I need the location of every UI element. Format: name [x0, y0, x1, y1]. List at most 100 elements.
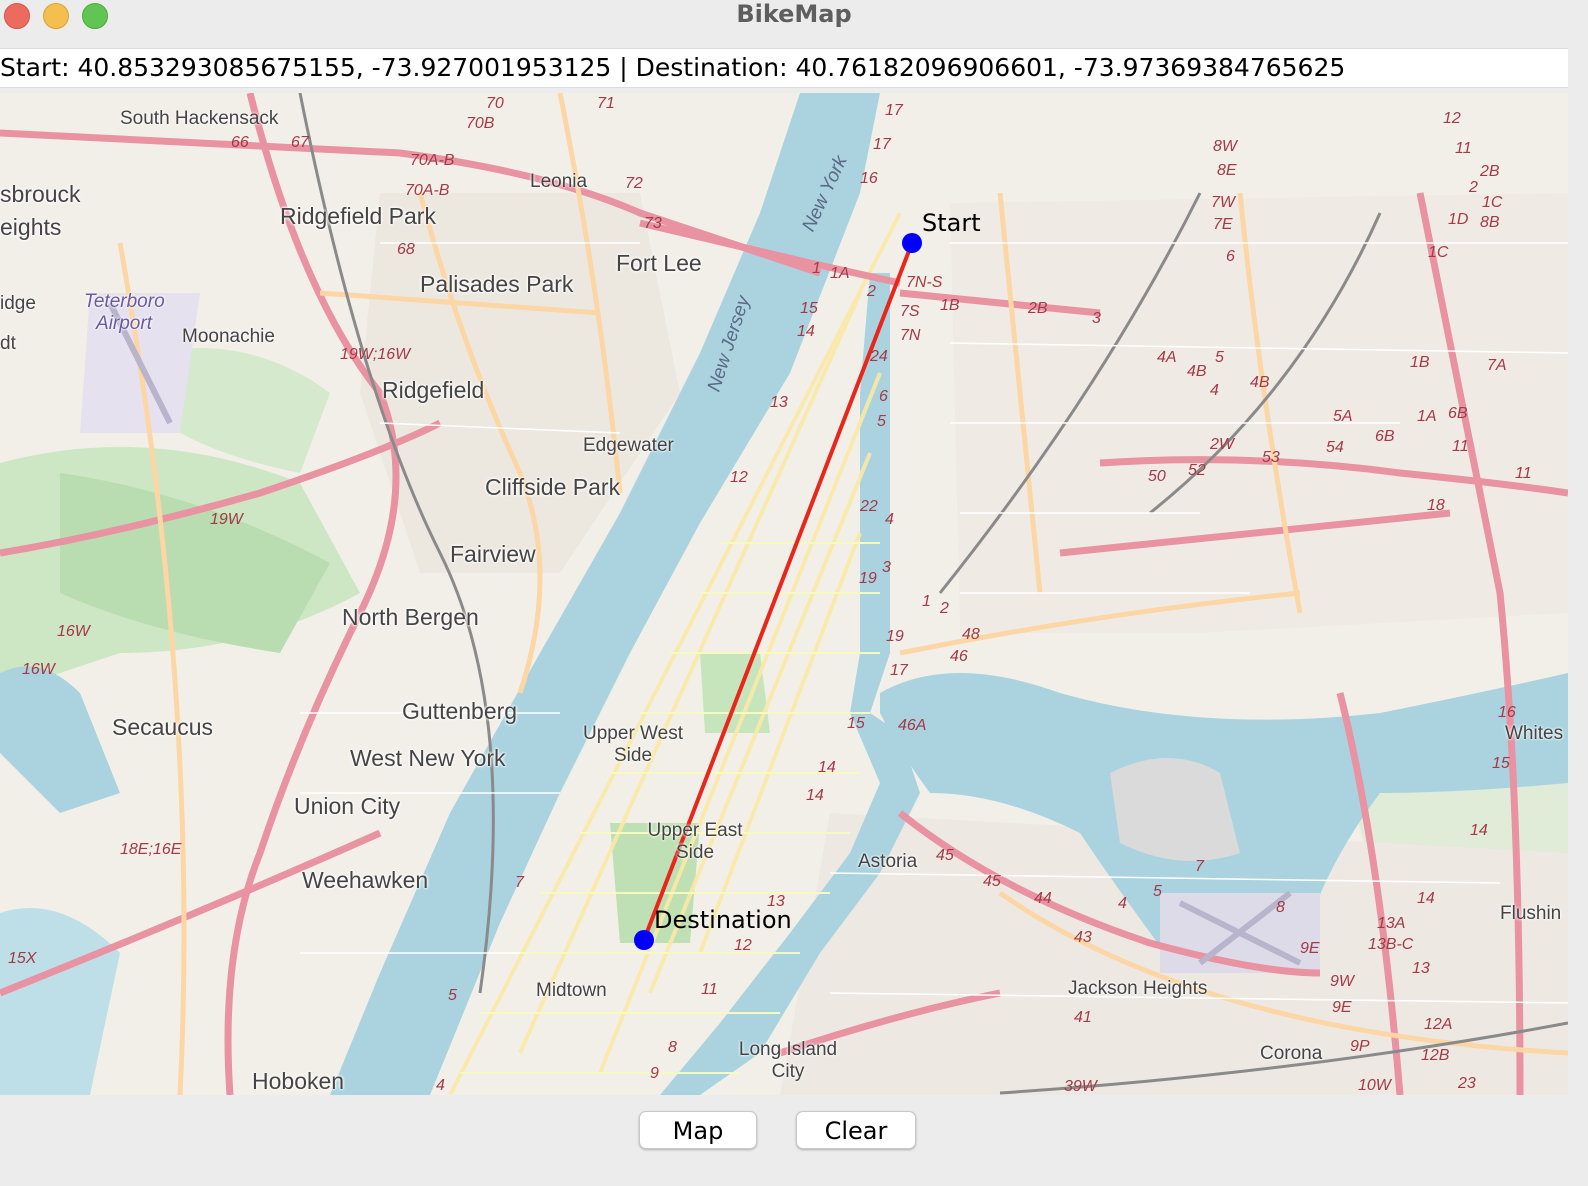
map-view[interactable]: South Hackensack Ridgefield Park Palisad… — [0, 93, 1568, 1095]
destination-marker — [634, 930, 654, 950]
map-tiles — [0, 93, 1568, 1095]
map-label: 14 — [1470, 822, 1488, 839]
map-label: 4 — [1210, 382, 1219, 399]
map-label: 54 — [1326, 439, 1344, 456]
map-label: 3 — [882, 559, 891, 576]
clear-button[interactable]: Clear — [796, 1111, 916, 1149]
map-label: 9 — [650, 1065, 659, 1082]
map-label: 1A — [830, 265, 850, 282]
map-label: 5 — [877, 413, 886, 430]
map-label: 16 — [1498, 704, 1516, 721]
map-label: 45 — [936, 847, 954, 864]
map-label: 22 — [860, 498, 878, 515]
map-label: 4A — [1157, 349, 1177, 366]
map-label: Fairview — [450, 541, 536, 567]
map-label: 46 — [950, 648, 968, 665]
map-label: 8 — [668, 1039, 677, 1056]
map-label: 5A — [1333, 408, 1353, 425]
map-label: 14 — [806, 787, 824, 804]
map-button[interactable]: Map — [639, 1111, 757, 1149]
map-label: 73 — [644, 215, 662, 232]
map-label: 2 — [940, 600, 949, 617]
map-label: 11 — [1455, 140, 1472, 157]
map-label: 66 — [231, 134, 249, 151]
map-label: 3 — [1092, 310, 1101, 327]
map-label: 13A — [1377, 915, 1406, 932]
map-label: Ridgefield Park — [280, 203, 436, 229]
map-label: Long Island City — [738, 1039, 838, 1082]
map-label: Moonachie — [182, 326, 275, 347]
map-label: 70B — [466, 115, 495, 132]
map-label: 9P — [1350, 1038, 1370, 1055]
map-label: 8 — [1276, 899, 1285, 916]
map-label: 1A — [1417, 408, 1437, 425]
map-label: 6 — [1226, 248, 1235, 265]
map-label: 14 — [797, 323, 815, 340]
map-label: 2 — [1469, 179, 1478, 196]
map-label: 19 — [886, 628, 904, 645]
map-label: 1C — [1428, 244, 1449, 261]
map-label: Corona — [1260, 1043, 1323, 1064]
map-label: 14 — [818, 759, 836, 776]
map-label: 7N — [900, 327, 921, 344]
map-label: 2 — [867, 283, 876, 300]
start-marker-label: Start — [922, 209, 981, 237]
map-label: 15X — [8, 950, 37, 967]
map-label: 7W — [1211, 194, 1235, 211]
map-label: Secaucus — [112, 714, 214, 740]
map-label: 53 — [1262, 449, 1280, 466]
map-label: 11 — [1515, 465, 1532, 482]
map-label: Palisades Park — [420, 271, 574, 297]
map-label: 9E — [1300, 940, 1320, 957]
map-label: 7 — [515, 874, 524, 891]
map-label: eights — [0, 214, 62, 240]
map-label: 8E — [1217, 162, 1237, 179]
map-label: 41 — [1074, 1009, 1092, 1026]
coordinates-field[interactable] — [0, 49, 1560, 87]
map-label: 13B-C — [1368, 936, 1414, 953]
map-label: 5 — [1215, 349, 1224, 366]
map-label: idge — [0, 293, 36, 314]
map-label: 23 — [1458, 1075, 1476, 1092]
map-label: 15 — [847, 715, 865, 732]
map-label: 4B — [1187, 363, 1207, 380]
map-label: 4 — [436, 1077, 445, 1094]
map-label: 7N-S — [906, 274, 943, 291]
map-label: 12 — [730, 469, 748, 486]
map-label: 44 — [1034, 890, 1052, 907]
map-label: Midtown — [536, 980, 607, 1001]
map-label: 4 — [885, 511, 894, 528]
map-label: 1 — [922, 593, 931, 610]
map-label: 39W — [1064, 1078, 1097, 1095]
map-label: 16W — [57, 623, 90, 640]
map-label: 7S — [900, 303, 920, 320]
map-label: 24 — [870, 348, 888, 365]
map-label: 19W — [210, 511, 243, 528]
map-label: 45 — [983, 873, 1001, 890]
map-label: 72 — [625, 175, 643, 192]
destination-marker-label: Destination — [654, 906, 792, 934]
map-label: 2B — [1480, 163, 1500, 180]
map-label: 17 — [873, 136, 891, 153]
map-label: 52 — [1188, 462, 1206, 479]
map-label: 6 — [879, 388, 888, 405]
map-label: 12A — [1424, 1016, 1453, 1033]
map-label: 14 — [1417, 890, 1435, 907]
map-label: 43 — [1074, 929, 1092, 946]
map-label: Ridgefield — [382, 377, 485, 403]
map-label: 12 — [734, 937, 752, 954]
map-label: 2B — [1028, 300, 1048, 317]
map-label: Upper East Side — [647, 820, 743, 863]
map-label: 70A-B — [405, 182, 450, 199]
map-label: 7E — [1213, 216, 1233, 233]
map-label: Flushin — [1500, 903, 1562, 924]
map-label: sbrouck — [0, 181, 81, 207]
map-label: 2W — [1210, 436, 1234, 453]
map-label: Weehawken — [302, 867, 429, 893]
map-label: 18 — [1427, 497, 1445, 514]
map-label: 6B — [1448, 405, 1468, 422]
map-label: dt — [0, 333, 16, 354]
map-label: 68 — [397, 241, 415, 258]
map-label: 11 — [701, 981, 718, 998]
map-label: West New York — [350, 745, 506, 771]
